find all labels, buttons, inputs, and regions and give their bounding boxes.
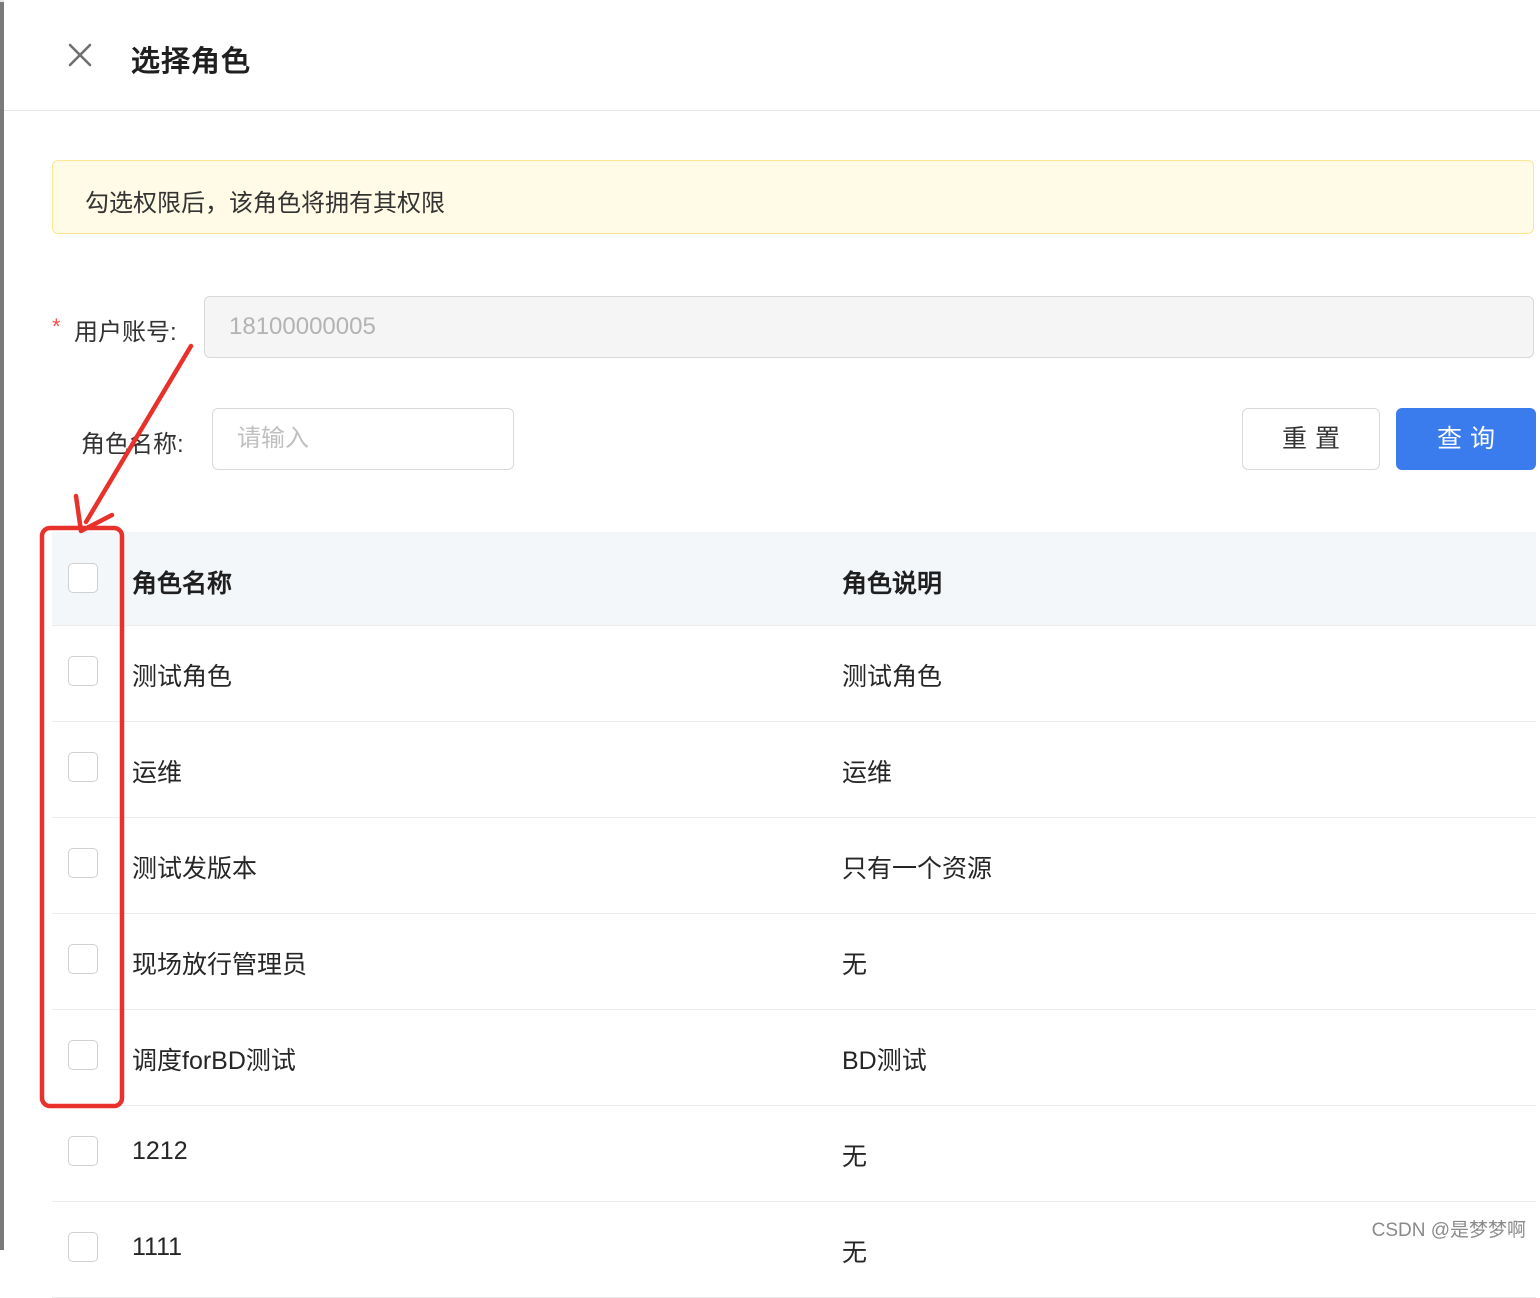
role-desc-cell: 无 <box>842 1239 868 1267</box>
drawer-header: 选择角色 <box>4 0 1540 111</box>
query-button[interactable]: 查询 <box>1396 408 1536 470</box>
role-name-cell: 测试发版本 <box>132 855 258 883</box>
row-checkbox[interactable] <box>68 1136 98 1166</box>
row-checkbox[interactable] <box>68 944 98 974</box>
role-name-cell: 1212 <box>132 1137 188 1165</box>
close-icon <box>68 43 92 67</box>
role-desc-cell: 无 <box>842 1143 868 1171</box>
csdn-watermark: CSDN @是梦梦啊 <box>1371 1220 1526 1241</box>
column-header-role-name: 角色名称 <box>132 570 233 598</box>
role-desc-cell: BD测试 <box>842 1047 927 1075</box>
row-checkbox[interactable] <box>68 752 98 782</box>
table-header: 角色名称 角色说明 <box>52 532 1536 626</box>
role-table: 角色名称 角色说明 测试角色 测试角色 运维 运维 测试发版本 只有一个资源 现… <box>52 532 1536 1298</box>
role-desc-cell: 运维 <box>842 759 893 787</box>
table-row: 调度forBD测试 BD测试 <box>52 1010 1536 1106</box>
account-field[interactable]: 18100000005 <box>204 296 1534 358</box>
account-label: 用户账号: <box>74 319 177 346</box>
role-name-cell: 运维 <box>132 759 183 787</box>
row-checkbox[interactable] <box>68 1040 98 1070</box>
role-name-cell: 调度forBD测试 <box>132 1047 296 1075</box>
select-all-checkbox[interactable] <box>68 563 98 593</box>
role-name-cell: 1111 <box>132 1233 183 1261</box>
close-button[interactable] <box>62 37 98 73</box>
drawer-title: 选择角色 <box>131 46 252 78</box>
table-row: 现场放行管理员 无 <box>52 914 1536 1010</box>
role-name-label: 角色名称: <box>81 431 184 458</box>
select-role-drawer: 选择角色 勾选权限后，该角色将拥有其权限 * 用户账号: 18100000005… <box>4 0 1540 1298</box>
role-name-cell: 测试角色 <box>132 663 233 691</box>
table-row: 1111 无 <box>52 1202 1536 1298</box>
row-checkbox[interactable] <box>68 656 98 686</box>
role-desc-cell: 测试角色 <box>842 663 943 691</box>
role-desc-cell: 只有一个资源 <box>842 855 993 883</box>
required-mark: * <box>52 314 61 339</box>
row-checkbox[interactable] <box>68 1232 98 1262</box>
table-row: 1212 无 <box>52 1106 1536 1202</box>
role-name-cell: 现场放行管理员 <box>132 951 308 979</box>
table-row: 测试角色 测试角色 <box>52 626 1536 722</box>
row-checkbox[interactable] <box>68 848 98 878</box>
column-header-role-desc: 角色说明 <box>842 570 943 598</box>
warning-alert: 勾选权限后，该角色将拥有其权限 <box>52 160 1534 234</box>
table-row: 测试发版本 只有一个资源 <box>52 818 1536 914</box>
warning-alert-text: 勾选权限后，该角色将拥有其权限 <box>85 190 445 217</box>
table-row: 运维 运维 <box>52 722 1536 818</box>
role-desc-cell: 无 <box>842 951 868 979</box>
reset-button[interactable]: 重置 <box>1242 408 1380 470</box>
role-name-input[interactable] <box>212 408 514 470</box>
